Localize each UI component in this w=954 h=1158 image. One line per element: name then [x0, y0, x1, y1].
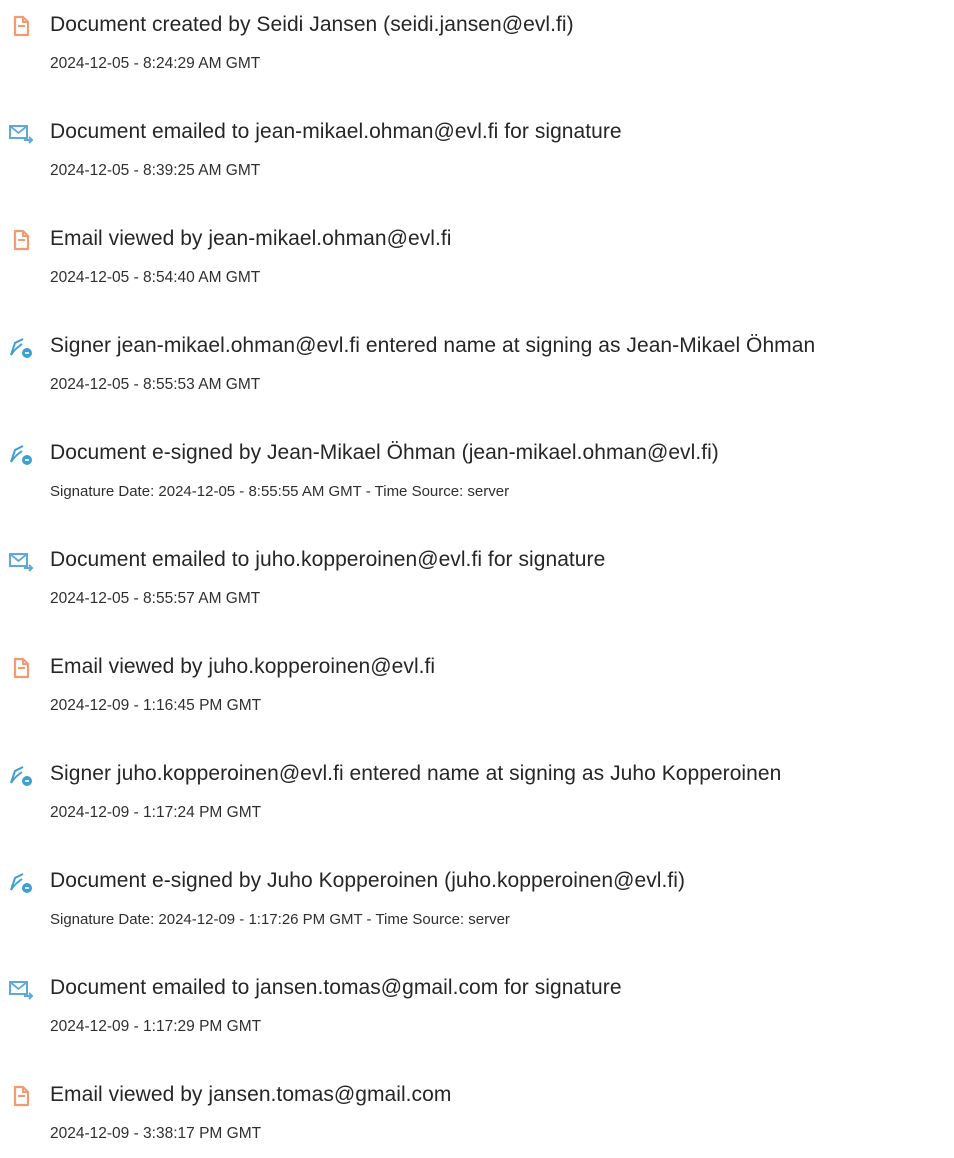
log-entry: Document emailed to juho.kopperoinen@evl…: [0, 543, 954, 623]
log-entry: Document emailed to jansen.tomas@gmail.c…: [0, 971, 954, 1051]
entry-title: Document emailed to jansen.tomas@gmail.c…: [50, 976, 622, 999]
entry-title: Email viewed by jean-mikael.ohman@evl.fi: [50, 227, 452, 250]
entry-title: Document e-signed by Jean-Mikael Öhman (…: [50, 441, 719, 464]
email-sent-icon: [8, 121, 34, 145]
entry-timestamp: 2024-12-09 - 3:38:17 PM GMT: [50, 1125, 262, 1142]
email-sent-icon: [8, 977, 34, 1001]
entry-title: Document emailed to jean-mikael.ohman@ev…: [50, 120, 622, 143]
entry-timestamp: 2024-12-09 - 1:16:45 PM GMT: [50, 697, 262, 714]
document-viewed-icon: [8, 228, 34, 252]
log-entry: Document created by Seidi Jansen (seidi.…: [0, 8, 954, 88]
signature-date: Signature Date: 2024-12-09 - 1:17:26 PM …: [50, 911, 510, 928]
entry-title: Signer juho.kopperoinen@evl.fi entered n…: [50, 762, 782, 785]
entry-timestamp: 2024-12-05 - 8:54:40 AM GMT: [50, 269, 261, 286]
log-entry: Document e-signed by Juho Kopperoinen (j…: [0, 864, 954, 944]
log-entry: Email viewed by jean-mikael.ohman@evl.fi…: [0, 222, 954, 302]
document-created-icon: [8, 14, 34, 38]
entry-timestamp: 2024-12-09 - 1:17:24 PM GMT: [50, 804, 262, 821]
log-entry: Email viewed by jansen.tomas@gmail.com 2…: [0, 1078, 954, 1158]
document-viewed-icon: [8, 656, 34, 680]
entry-timestamp: 2024-12-09 - 1:17:29 PM GMT: [50, 1018, 262, 1035]
log-entry: Email viewed by juho.kopperoinen@evl.fi …: [0, 650, 954, 730]
document-viewed-icon: [8, 1084, 34, 1108]
entry-title: Email viewed by juho.kopperoinen@evl.fi: [50, 655, 436, 678]
entry-timestamp: 2024-12-05 - 8:55:53 AM GMT: [50, 376, 261, 393]
log-entry: Signer jean-mikael.ohman@evl.fi entered …: [0, 329, 954, 409]
log-entry: Signer juho.kopperoinen@evl.fi entered n…: [0, 757, 954, 837]
entry-title: Document created by Seidi Jansen (seidi.…: [50, 13, 574, 36]
signature-icon: [8, 870, 34, 894]
signature-date: Signature Date: 2024-12-05 - 8:55:55 AM …: [50, 483, 510, 500]
entry-timestamp: 2024-12-05 - 8:24:29 AM GMT: [50, 55, 261, 72]
entry-title: Document emailed to juho.kopperoinen@evl…: [50, 548, 606, 571]
signature-icon: [8, 763, 34, 787]
entry-title: Document e-signed by Juho Kopperoinen (j…: [50, 869, 686, 892]
signature-icon: [8, 442, 34, 466]
entry-timestamp: 2024-12-05 - 8:39:25 AM GMT: [50, 162, 261, 179]
signature-icon: [8, 335, 34, 359]
log-entry: Document e-signed by Jean-Mikael Öhman (…: [0, 436, 954, 516]
email-sent-icon: [8, 549, 34, 573]
entry-title: Signer jean-mikael.ohman@evl.fi entered …: [50, 334, 816, 357]
log-entry: Document emailed to jean-mikael.ohman@ev…: [0, 115, 954, 195]
entry-timestamp: 2024-12-05 - 8:55:57 AM GMT: [50, 590, 261, 607]
entry-title: Email viewed by jansen.tomas@gmail.com: [50, 1083, 452, 1106]
